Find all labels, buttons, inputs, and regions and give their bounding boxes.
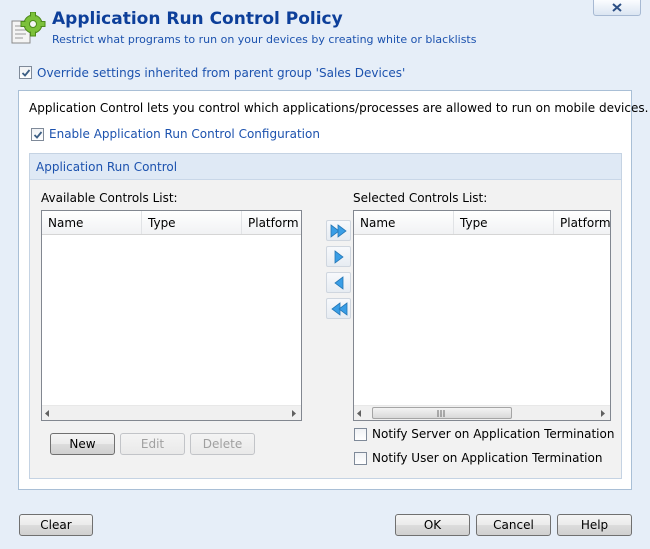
notify-user-checkbox[interactable] xyxy=(354,452,367,465)
override-checkbox[interactable] xyxy=(19,66,32,79)
column-name[interactable]: Name xyxy=(42,211,142,234)
settings-panel: Application Control lets you control whi… xyxy=(18,90,648,490)
notify-server-checkbox[interactable] xyxy=(354,428,367,441)
list-header: Name Type Platform xyxy=(354,211,610,235)
available-list-label: Available Controls List: xyxy=(41,191,178,205)
run-control-group: Application Run Control Available Contro… xyxy=(29,153,622,479)
column-type[interactable]: Type xyxy=(142,211,242,234)
move-all-right-button[interactable] xyxy=(326,220,351,241)
move-right-button[interactable] xyxy=(326,246,351,267)
scroll-left-icon[interactable] xyxy=(357,410,362,417)
delete-button[interactable]: Delete xyxy=(190,433,255,455)
scroll-right-icon[interactable] xyxy=(292,410,297,417)
grip-icon xyxy=(437,410,445,417)
dialog-subtitle: Restrict what programs to run on your de… xyxy=(52,33,477,46)
close-button[interactable] xyxy=(593,0,641,16)
enable-checkbox[interactable] xyxy=(31,128,44,141)
horizontal-scrollbar[interactable] xyxy=(42,405,301,420)
notify-server-label: Notify Server on Application Termination xyxy=(372,427,615,441)
scroll-left-icon[interactable] xyxy=(45,410,50,417)
horizontal-scrollbar[interactable] xyxy=(354,405,610,420)
group-header: Application Run Control xyxy=(30,154,621,180)
move-all-right-icon xyxy=(330,224,347,238)
move-all-left-button[interactable] xyxy=(326,298,351,319)
move-left-icon xyxy=(334,276,344,290)
column-type[interactable]: Type xyxy=(454,211,554,234)
dialog-title: Application Run Control Policy xyxy=(52,9,343,29)
available-controls-list[interactable]: Name Type Platform xyxy=(41,210,302,421)
help-button[interactable]: Help xyxy=(557,514,632,536)
move-right-icon xyxy=(334,250,344,264)
group-title: Application Run Control xyxy=(36,160,178,174)
cancel-button[interactable]: Cancel xyxy=(476,514,551,536)
close-icon xyxy=(612,3,622,12)
enable-label: Enable Application Run Control Configura… xyxy=(49,127,320,141)
gear-document-icon xyxy=(10,11,46,46)
new-button[interactable]: New xyxy=(50,433,115,455)
description-text: Application Control lets you control whi… xyxy=(29,101,649,115)
scroll-thumb[interactable] xyxy=(372,407,512,419)
ok-button[interactable]: OK xyxy=(395,514,470,536)
checkmark-icon xyxy=(33,131,43,139)
move-left-button[interactable] xyxy=(326,272,351,293)
selected-list-label: Selected Controls List: xyxy=(353,191,488,205)
column-name[interactable]: Name xyxy=(354,211,454,234)
checkmark-icon xyxy=(21,69,31,77)
selected-controls-list[interactable]: Name Type Platform xyxy=(353,210,611,421)
list-header: Name Type Platform xyxy=(42,211,301,235)
column-platform[interactable]: Platform xyxy=(242,211,301,234)
notify-user-label: Notify User on Application Termination xyxy=(372,451,603,465)
scroll-right-icon[interactable] xyxy=(601,410,606,417)
override-label: Override settings inherited from parent … xyxy=(37,66,406,80)
column-platform[interactable]: Platform xyxy=(554,211,610,234)
edit-button[interactable]: Edit xyxy=(120,433,185,455)
clear-button[interactable]: Clear xyxy=(19,514,93,536)
move-all-left-icon xyxy=(331,302,348,316)
dialog-header: Application Run Control Policy Restrict … xyxy=(0,0,650,58)
